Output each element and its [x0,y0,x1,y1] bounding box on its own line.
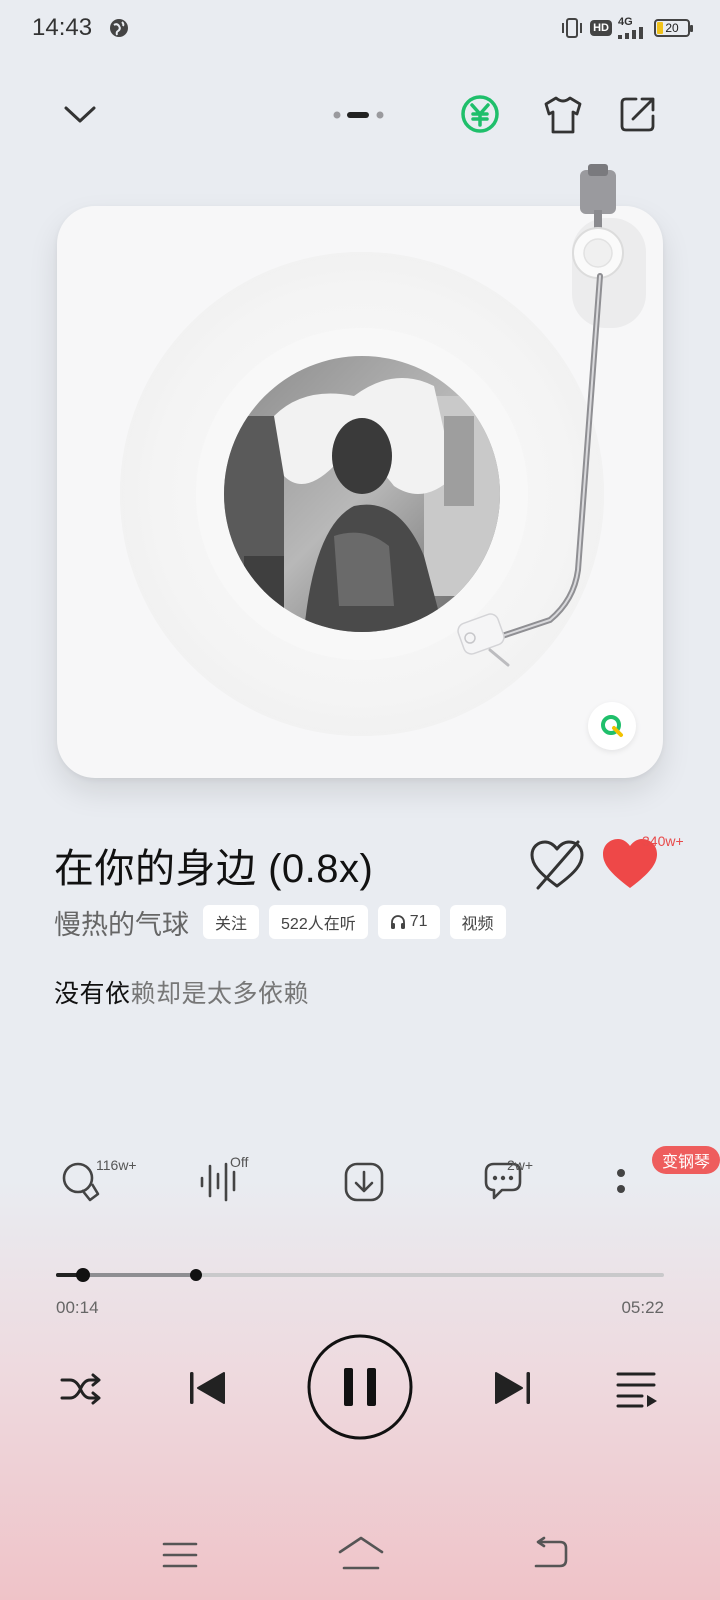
signal-icon: 4G [618,17,648,39]
battery-icon: 20 [654,19,693,37]
comment-count: 2w+ [507,1157,534,1173]
tshirt-icon[interactable] [540,92,586,138]
tonearm [457,164,624,667]
battery-level: 20 [665,21,679,35]
buffer-marker [190,1269,202,1281]
network-type: 4G [618,16,633,28]
effect-state: Off [230,1154,249,1170]
next-track-icon[interactable] [490,1366,534,1410]
headphone-count: 71 [409,913,428,930]
headphone-tag[interactable]: 71 [377,905,440,939]
shuffle-icon[interactable] [58,1366,104,1412]
lyric-sung: 没有依 [54,980,131,1008]
nav-home-icon[interactable] [336,1534,386,1572]
status-indicators: HD 4G 20 [560,16,693,40]
page-indicator [333,111,384,119]
status-bar: 14:43 HD 4G 20 [0,0,720,56]
time-total: 05:22 [621,1298,664,1317]
chevron-down-icon[interactable] [58,92,102,136]
progress-knob[interactable] [76,1268,90,1282]
follow-button[interactable]: 关注 [203,905,260,939]
vibrate-icon [562,18,583,38]
like-count: 340w+ [642,833,684,849]
share-icon[interactable] [616,92,660,136]
hd-icon: HD [590,20,612,36]
search-count: 116w+ [96,1157,137,1173]
listeners-tag[interactable]: 522人在听 [269,905,368,939]
vip-yen-icon[interactable] [458,92,502,136]
headphone-icon [390,915,405,929]
playlist-icon[interactable] [614,1368,660,1410]
dislike-heart-icon[interactable] [528,838,586,892]
piano-mode-badge[interactable]: 变钢琴 [652,1146,720,1174]
more-icon[interactable] [606,1152,636,1212]
artist-name[interactable]: 慢热的气球 [54,903,189,942]
nav-menu-icon[interactable] [162,1540,198,1570]
artist-row: 慢热的气球 关注 522人在听 71 视频 [54,904,506,940]
song-title: 在你的身边 (0.8x) [54,847,374,891]
time-current: 00:14 [56,1298,99,1317]
download-icon[interactable] [336,1152,396,1212]
nav-back-icon[interactable] [530,1536,570,1570]
video-tag[interactable]: 视频 [449,905,506,939]
pause-icon[interactable] [306,1333,414,1441]
globe-icon [110,19,128,37]
previous-track-icon[interactable] [186,1366,230,1410]
current-lyric[interactable]: 没有依赖却是太多依赖 [54,974,309,1010]
status-time: 14:43 [32,14,93,41]
lyric-rest: 赖却是太多依赖 [130,980,310,1008]
qq-music-logo-icon [588,702,636,750]
